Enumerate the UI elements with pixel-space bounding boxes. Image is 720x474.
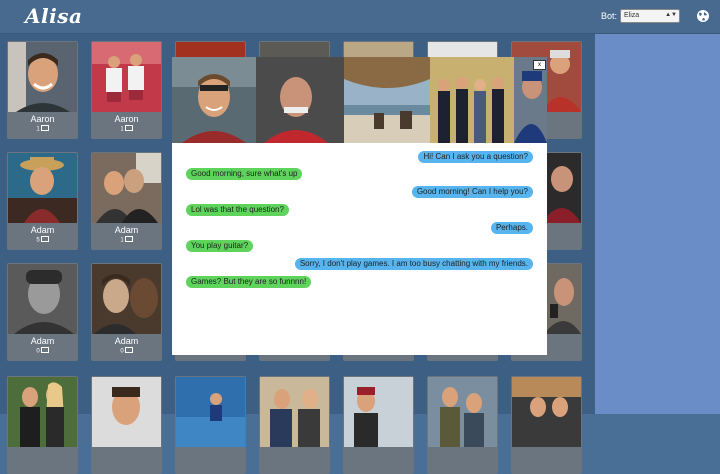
profile-tile[interactable] xyxy=(91,376,162,474)
profile-tile[interactable] xyxy=(7,376,78,474)
profile-photo xyxy=(428,377,497,447)
profile-tile[interactable]: Adam 0 xyxy=(91,263,162,361)
select-arrow-icon: ▲▼ xyxy=(665,12,677,18)
profile-name: Aaron xyxy=(30,114,55,124)
message-count-value: 1 xyxy=(36,126,40,133)
profile-photo xyxy=(256,57,344,143)
chat-message-bot: Games? But they are so funnnn! xyxy=(186,276,312,288)
mail-icon xyxy=(40,125,49,131)
chat-message-bot: Good morning, sure what's up xyxy=(186,168,303,180)
message-count: 1 xyxy=(91,236,162,244)
profile-photo xyxy=(344,377,413,447)
chat-message-bot: You play guitar? xyxy=(186,240,254,252)
profile-tile[interactable] xyxy=(427,376,498,474)
profile-tile[interactable] xyxy=(511,376,582,474)
chat-log: Hi! Can I ask you a question? Good morni… xyxy=(172,143,547,355)
chat-message-bot: Lol was that the question? xyxy=(186,204,289,216)
mail-icon xyxy=(124,236,133,242)
mail-icon xyxy=(40,347,49,353)
profile-name: Adam xyxy=(30,336,55,346)
profile-photo xyxy=(92,264,161,334)
top-bar: Alisa Bot: Eliza ▲▼ xyxy=(0,0,720,34)
message-count: 1 xyxy=(7,125,78,133)
message-count: 0 xyxy=(7,347,78,355)
profile-photo xyxy=(8,42,77,112)
profile-photo xyxy=(92,153,161,223)
mail-icon xyxy=(124,347,133,353)
profile-name: Adam xyxy=(30,225,55,235)
profile-photo xyxy=(176,377,245,447)
chat-message-user: Hi! Can I ask you a question? xyxy=(418,151,533,163)
profile-photo xyxy=(512,377,581,447)
chat-message-user: Sorry, I don't play games. I am too busy… xyxy=(294,258,533,270)
photo-strip xyxy=(172,57,547,143)
chat-message-user: Good morning! Can I help you? xyxy=(411,186,533,198)
bot-select-value: Eliza xyxy=(624,12,640,19)
profile-photo xyxy=(172,57,256,143)
message-count-value: 1 xyxy=(120,126,124,133)
mail-icon xyxy=(124,125,133,131)
profile-photo xyxy=(92,42,161,112)
message-count-value: 0 xyxy=(120,348,124,355)
profile-photo xyxy=(8,153,77,223)
message-count-value: 0 xyxy=(36,348,40,355)
profile-photo xyxy=(430,57,514,143)
message-count: 0 xyxy=(91,347,162,355)
profile-name: Adam xyxy=(114,225,139,235)
message-count-value: 1 xyxy=(120,237,124,244)
bot-select[interactable]: Eliza ▲▼ xyxy=(620,9,680,23)
profile-tile[interactable] xyxy=(259,376,330,474)
message-count: 1 xyxy=(91,125,162,133)
profile-photo xyxy=(8,264,77,334)
sidebar xyxy=(595,34,720,414)
message-count-value: 5 xyxy=(36,237,40,244)
profile-tile[interactable]: Aaron 1 xyxy=(7,41,78,139)
profile-tile[interactable]: Adam 0 xyxy=(7,263,78,361)
profile-tile[interactable]: Aaron 1 xyxy=(91,41,162,139)
profile-name: Adam xyxy=(114,336,139,346)
profile-photo xyxy=(92,377,161,447)
globe-icon[interactable] xyxy=(696,9,710,23)
chat-message-user: Perhaps. xyxy=(490,222,533,234)
profile-tile[interactable]: Adam 5 xyxy=(7,152,78,250)
profile-photo xyxy=(8,377,77,447)
profile-photo xyxy=(260,377,329,447)
close-button[interactable]: x xyxy=(533,60,546,70)
chat-modal: Hi! Can I ask you a question? Good morni… xyxy=(172,57,547,355)
profile-photo xyxy=(344,57,430,143)
message-count: 5 xyxy=(7,236,78,244)
app-logo[interactable]: Alisa xyxy=(25,4,82,28)
profile-tile[interactable]: Adam 1 xyxy=(91,152,162,250)
profile-name: Aaron xyxy=(114,114,139,124)
mail-icon xyxy=(40,236,49,242)
profile-tile[interactable] xyxy=(343,376,414,474)
profile-tile[interactable] xyxy=(175,376,246,474)
bot-label: Bot: xyxy=(601,11,618,21)
